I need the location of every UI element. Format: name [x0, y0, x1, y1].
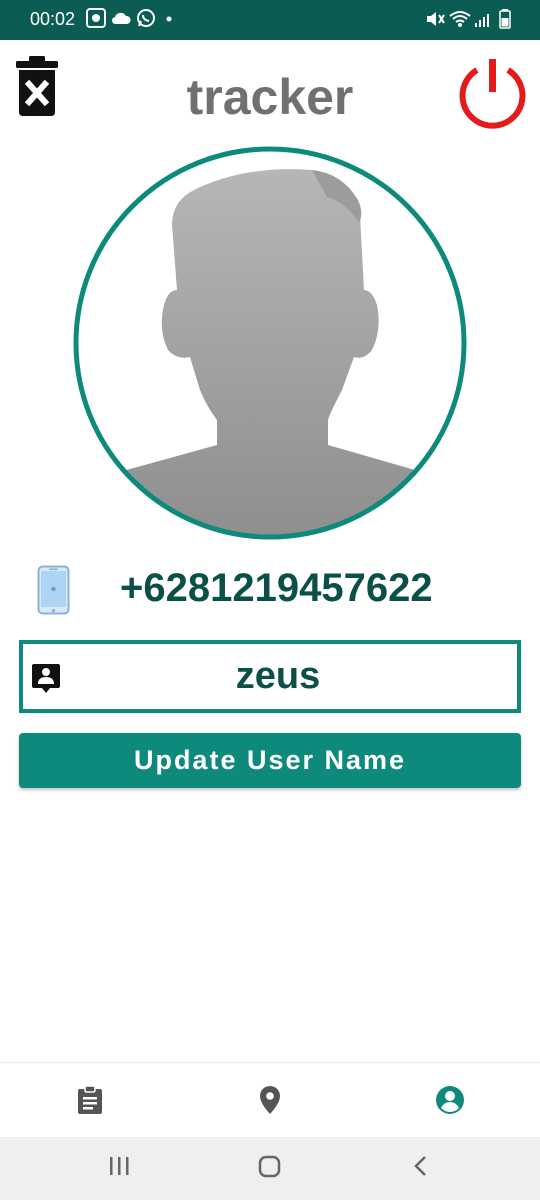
- nav-location-pin-icon[interactable]: [255, 1085, 285, 1115]
- screen-record-icon: [86, 8, 106, 28]
- nav-account-circle-icon[interactable]: [435, 1085, 465, 1115]
- contact-icon: [32, 664, 60, 693]
- cloud-icon: [111, 12, 131, 25]
- user-name-input[interactable]: [83, 644, 473, 709]
- whatsapp-icon: [137, 9, 155, 27]
- wifi-icon: [449, 11, 471, 27]
- nav-clipboard-icon[interactable]: [75, 1085, 105, 1115]
- battery-icon: [499, 9, 511, 29]
- system-navigation-bar: [0, 1137, 540, 1200]
- phone-row: +6281219457622: [0, 555, 540, 625]
- status-time: 00:02: [30, 9, 76, 29]
- home-icon[interactable]: [258, 1155, 282, 1179]
- mute-vibrate-icon: [427, 12, 445, 26]
- power-icon: [459, 59, 526, 129]
- recent-apps-icon[interactable]: [108, 1155, 130, 1179]
- status-bar: 00:02: [0, 0, 540, 40]
- phone-number: +6281219457622: [120, 566, 433, 610]
- back-icon[interactable]: [412, 1155, 428, 1179]
- app-bar: tracker: [0, 40, 540, 140]
- phone-icon: [37, 565, 70, 615]
- update-user-name-button[interactable]: Update User Name: [19, 733, 521, 788]
- dot-icon: [166, 16, 172, 22]
- user-name-field-box: [19, 640, 521, 713]
- avatar: [73, 146, 467, 540]
- signal-icon: [475, 14, 489, 27]
- power-button[interactable]: [455, 56, 530, 131]
- bottom-navigation: [0, 1062, 540, 1138]
